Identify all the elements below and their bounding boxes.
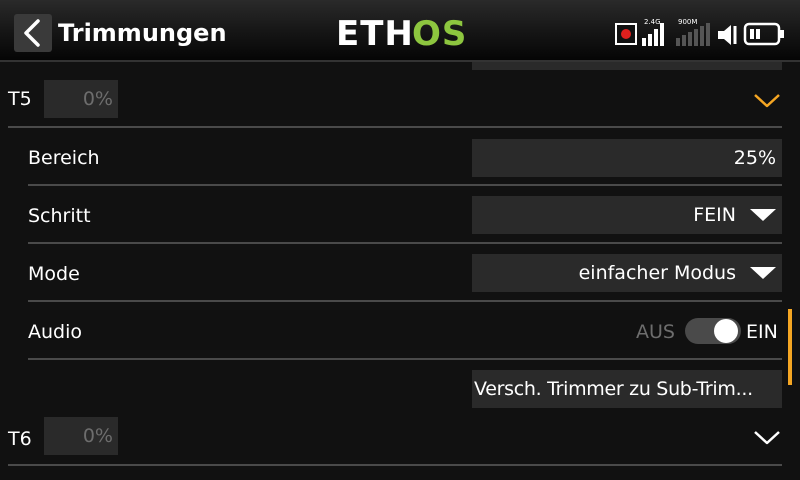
chevron-up-icon[interactable] bbox=[753, 93, 781, 109]
tx-band-label: 900M bbox=[678, 18, 698, 26]
record-icon bbox=[615, 23, 637, 45]
status-area: 2.4G 900M bbox=[612, 14, 792, 50]
row-divider bbox=[28, 184, 782, 186]
row-divider bbox=[28, 242, 782, 244]
trim-name: T6 bbox=[8, 428, 32, 450]
audio-label: Audio bbox=[28, 321, 83, 343]
audio-toggle[interactable] bbox=[685, 318, 741, 344]
mode-label: Mode bbox=[28, 263, 80, 285]
range-value-field[interactable]: 25% bbox=[472, 139, 782, 177]
chevron-down-icon[interactable] bbox=[753, 430, 781, 446]
trim-list: T5 0% Bereich 25% Schritt FEIN Mode einf… bbox=[0, 62, 800, 480]
ethos-logo: ETH OS bbox=[336, 14, 466, 50]
mode-dropdown[interactable]: einfacher Modus bbox=[472, 254, 782, 292]
dropdown-arrow-icon bbox=[750, 267, 776, 279]
step-value: FEIN bbox=[693, 204, 736, 226]
row-divider bbox=[28, 358, 782, 360]
trim-value-field[interactable]: 0% bbox=[44, 417, 118, 455]
rx-band-label: 2.4G bbox=[644, 18, 661, 26]
toggle-knob bbox=[714, 319, 738, 343]
battery-icon bbox=[743, 22, 784, 46]
previous-row-stub bbox=[472, 62, 782, 70]
speaker-muted-icon bbox=[718, 25, 737, 45]
title-bar: Trimmungen ETH OS 2.4G 900M bbox=[0, 0, 800, 62]
step-dropdown[interactable]: FEIN bbox=[472, 196, 782, 234]
rx-signal-bars-icon: 2.4G bbox=[640, 18, 668, 46]
logo-left-text: ETH bbox=[336, 14, 414, 50]
move-trim-to-subtrim-button[interactable]: Versch. Trimmer zu Sub-Trim... bbox=[472, 370, 782, 408]
row-divider bbox=[8, 464, 782, 466]
trim-name: T5 bbox=[8, 88, 32, 110]
step-label: Schritt bbox=[28, 205, 91, 227]
row-divider bbox=[28, 300, 782, 302]
back-arrow-icon bbox=[24, 19, 40, 47]
dropdown-arrow-icon bbox=[750, 209, 776, 221]
audio-on-label: EIN bbox=[746, 321, 778, 343]
mode-value: einfacher Modus bbox=[578, 262, 736, 284]
logo-right-text: OS bbox=[412, 14, 466, 50]
tx-signal-bars-icon: 900M bbox=[674, 18, 716, 46]
scrollbar[interactable] bbox=[788, 309, 792, 385]
trim-value-field[interactable]: 0% bbox=[44, 80, 118, 118]
range-label: Bereich bbox=[28, 147, 100, 169]
row-divider bbox=[8, 126, 782, 128]
page-title: Trimmungen bbox=[58, 19, 227, 47]
audio-off-label: AUS bbox=[636, 321, 675, 343]
back-button[interactable] bbox=[14, 14, 52, 52]
